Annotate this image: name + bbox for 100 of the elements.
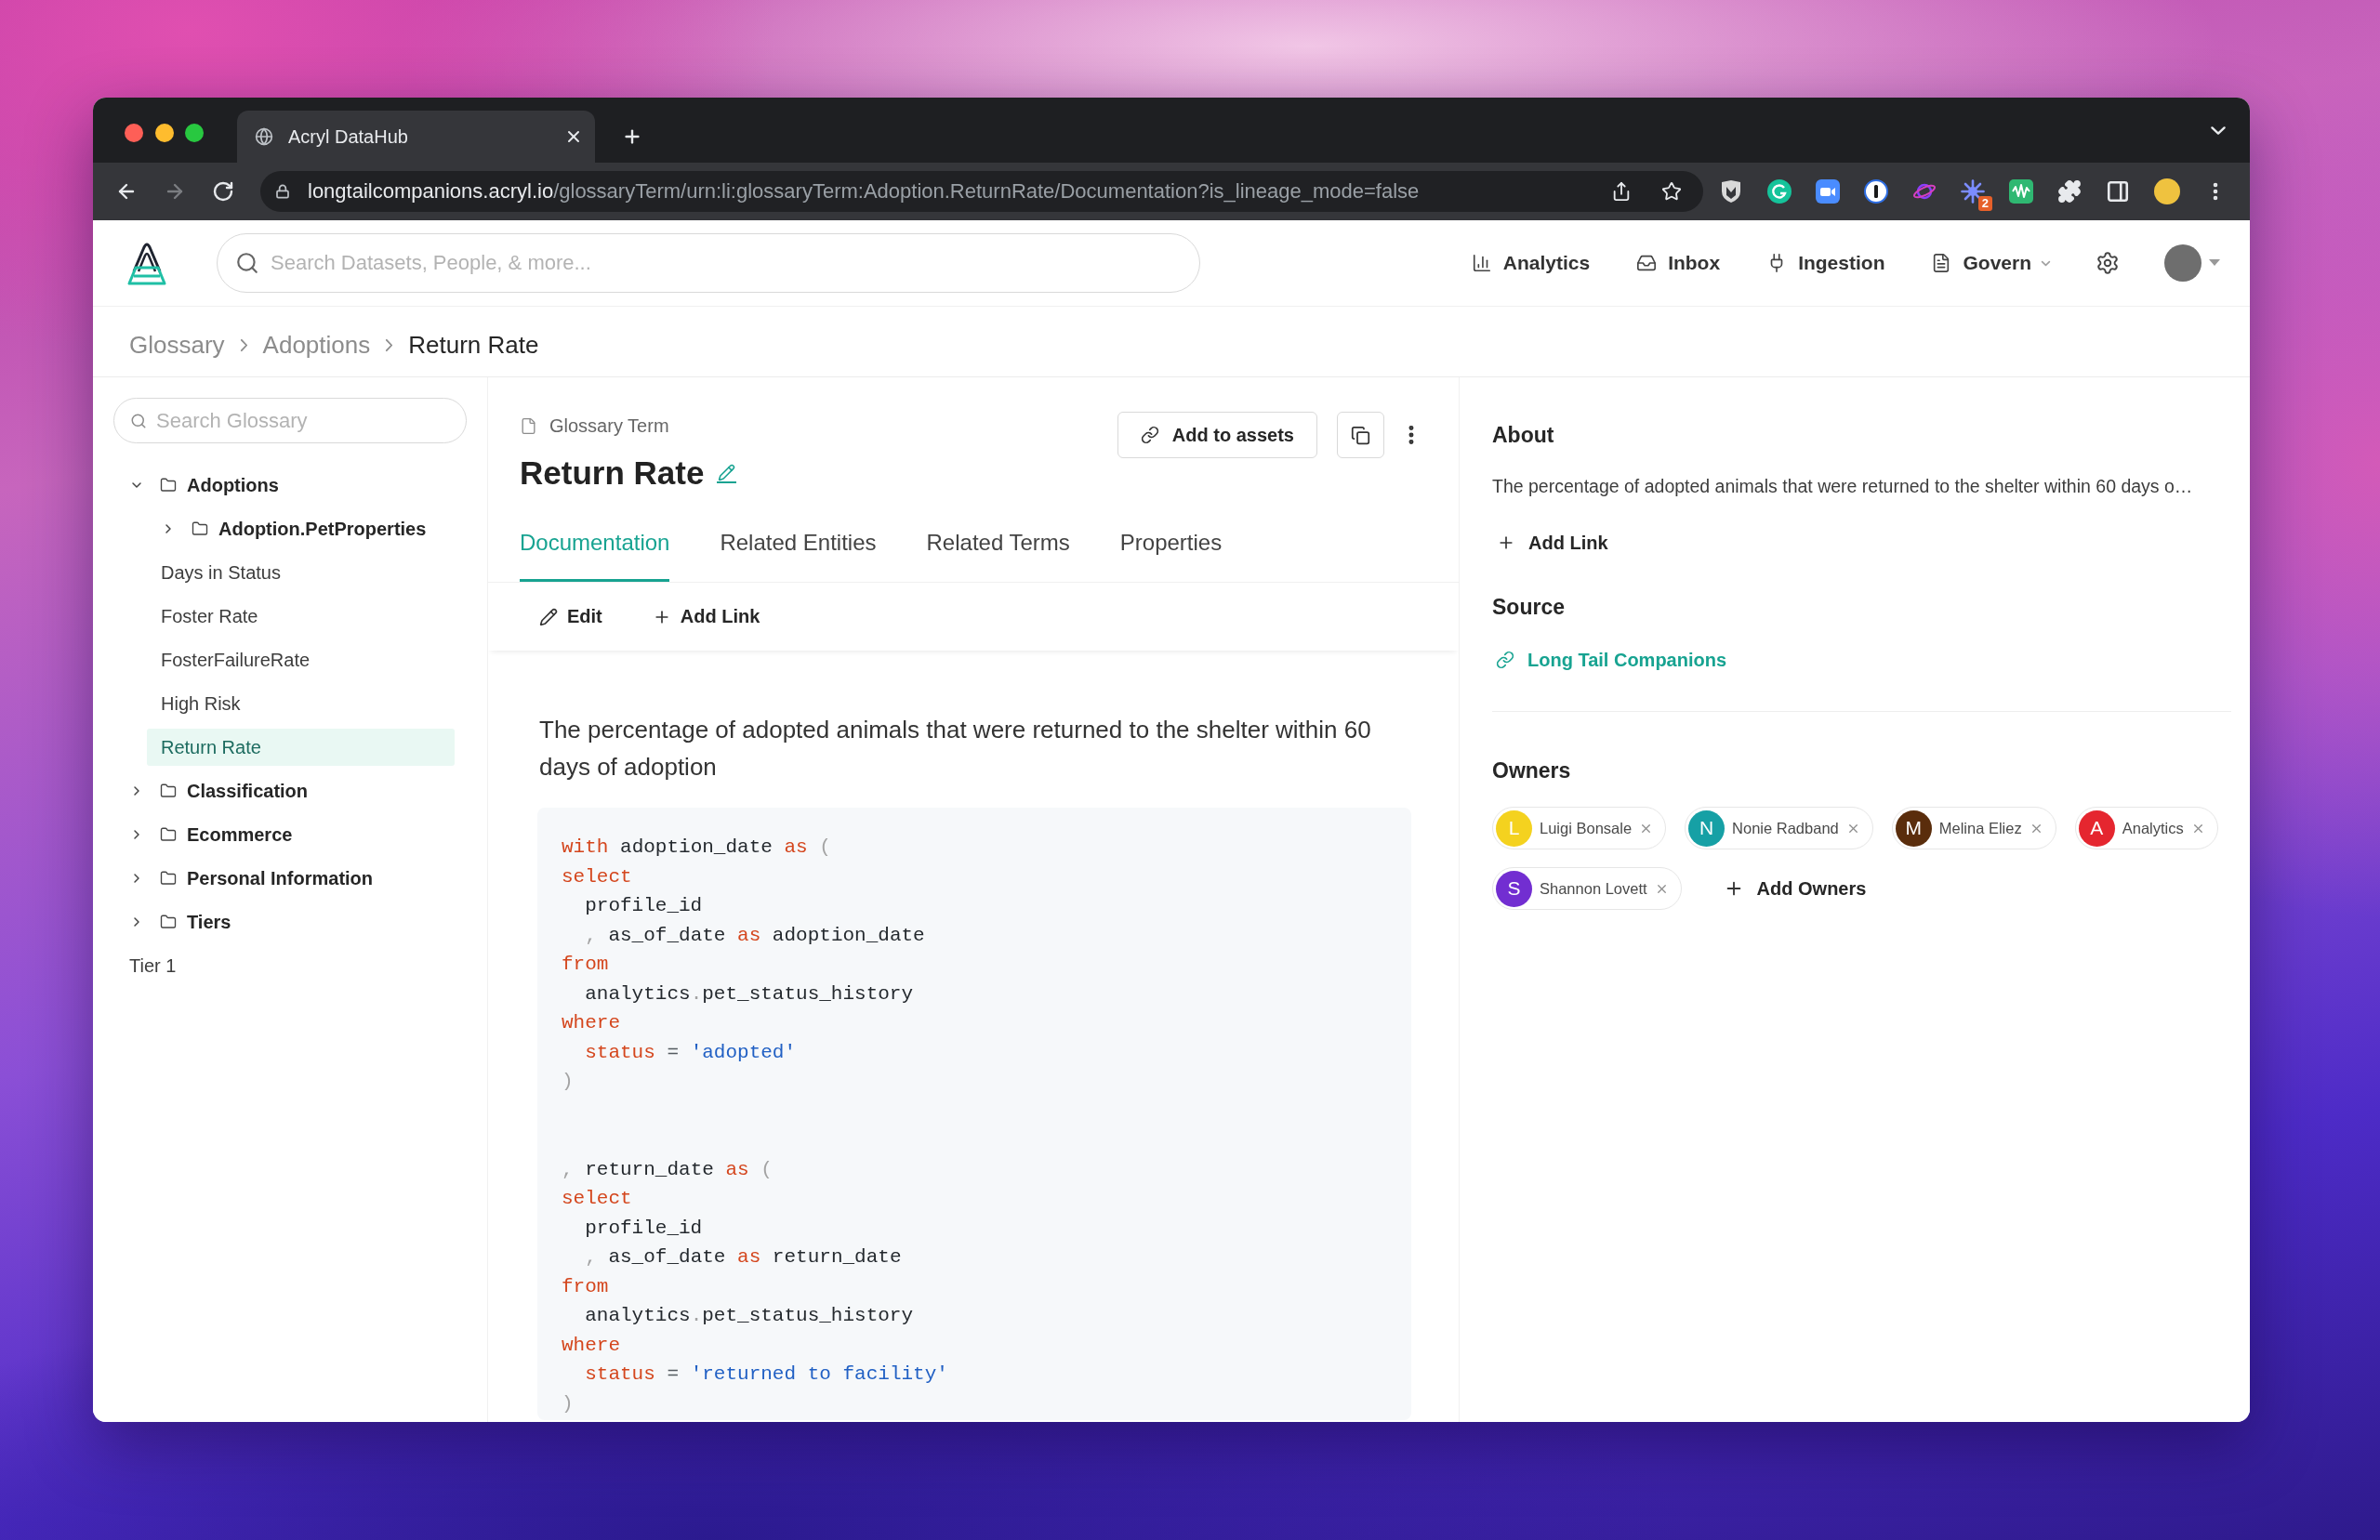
section-heading: About bbox=[1492, 422, 1555, 449]
toolbar-button[interactable]: Add Link bbox=[652, 606, 760, 627]
browser-tab[interactable]: Acryl DataHub bbox=[237, 111, 595, 163]
address-bar[interactable]: longtailcompanions.acryl.io/glossaryTerm/urn:li:glossaryTerm:Adoption.ReturnRate/Documentation?is_lineage_mode=false bbox=[260, 171, 1703, 212]
tree-item[interactable]: Personal Information bbox=[115, 860, 455, 897]
bookmark-star-icon[interactable] bbox=[1661, 181, 1682, 202]
folder-icon bbox=[160, 914, 177, 930]
owner-name: Luigi Bonsale bbox=[1540, 819, 1633, 837]
chevron-right-icon bbox=[385, 338, 394, 352]
tab[interactable]: Related Entities bbox=[720, 504, 877, 582]
folder-icon bbox=[160, 826, 177, 843]
bar-chart-icon bbox=[1471, 253, 1492, 273]
toolbar-button[interactable]: Edit bbox=[539, 606, 602, 627]
code-line: where bbox=[562, 1333, 621, 1358]
folder-icon bbox=[160, 870, 177, 887]
window-zoom-button[interactable] bbox=[185, 124, 204, 142]
user-avatar[interactable] bbox=[2164, 244, 2202, 282]
tree-item[interactable]: FosterFailureRate bbox=[147, 641, 455, 678]
entity-title: Return Rate bbox=[520, 454, 705, 492]
pencil-icon[interactable] bbox=[717, 463, 737, 483]
code-line: profile_id bbox=[584, 1216, 704, 1241]
share-icon[interactable] bbox=[1611, 181, 1632, 202]
settings-icon[interactable] bbox=[2096, 251, 2120, 275]
window-close-button[interactable] bbox=[125, 124, 143, 142]
code-line: , return_date as ( bbox=[562, 1157, 774, 1182]
description-text: The percentage of adopted animals that were returned to the shelter within 60 days of adoption bbox=[539, 715, 1372, 783]
folder-icon bbox=[160, 477, 177, 494]
tab[interactable]: Related Terms bbox=[926, 504, 1070, 582]
document-icon bbox=[520, 416, 537, 435]
tree-item[interactable]: Tier 1 bbox=[115, 947, 455, 984]
owner-avatar: L bbox=[1496, 809, 1532, 847]
code-line: analytics.pet_status_history bbox=[584, 981, 915, 1007]
owner-avatar: M bbox=[1895, 809, 1932, 847]
pencil-icon bbox=[539, 607, 558, 626]
tree-item[interactable]: Days in Status bbox=[147, 554, 455, 591]
search-field[interactable]: Search Datasets, People, & more... bbox=[217, 233, 1200, 293]
code-line: profile_id bbox=[584, 894, 704, 918]
owner-avatar: A bbox=[2078, 809, 2115, 847]
tree-item[interactable]: Ecommerce bbox=[115, 816, 455, 853]
puzzle-icon[interactable] bbox=[2057, 179, 2082, 204]
folder-icon bbox=[192, 520, 208, 537]
owner-avatar: S bbox=[1496, 870, 1532, 907]
tab-list-chevron-icon[interactable] bbox=[2210, 125, 2227, 136]
video-camera-icon[interactable] bbox=[1816, 179, 1840, 204]
shield-icon[interactable] bbox=[1719, 179, 1743, 204]
owner-name: Shannon Lovett bbox=[1540, 879, 1647, 898]
about-text: The percentage of adopted animals that were returned to the shelter within 60 days o… bbox=[1492, 475, 2194, 498]
add-to-assets-button[interactable]: Add to assets bbox=[1117, 412, 1317, 458]
owner-avatar: N bbox=[1688, 809, 1726, 847]
badge-count: 2 bbox=[1977, 196, 1992, 211]
code-line: analytics.pet_status_history bbox=[584, 1304, 915, 1328]
link-icon bbox=[1496, 651, 1514, 669]
code-line: select bbox=[562, 864, 633, 889]
owner-name: Analytics bbox=[2122, 819, 2184, 837]
sidebar-icon[interactable] bbox=[2106, 179, 2130, 204]
caret-icon bbox=[2041, 259, 2051, 267]
globe-icon bbox=[255, 127, 273, 146]
nav-link[interactable]: Analytics bbox=[1471, 252, 1591, 274]
nav-link[interactable]: Ingestion bbox=[1766, 252, 1885, 274]
tab[interactable]: Properties bbox=[1119, 504, 1223, 582]
tree-item[interactable]: Return Rate bbox=[147, 729, 455, 766]
copy-button[interactable] bbox=[1337, 412, 1384, 458]
entity-type-label: Glossary Term bbox=[549, 415, 669, 437]
nav-link[interactable]: Inbox bbox=[1636, 252, 1721, 274]
nav-link[interactable]: Govern bbox=[1931, 252, 2051, 274]
code-line: with adoption_date as ( bbox=[562, 836, 832, 860]
reload-button[interactable] bbox=[212, 180, 234, 203]
add-link-button[interactable]: Add Link bbox=[1497, 527, 1608, 559]
section-heading: Source bbox=[1492, 594, 1566, 621]
tree-item[interactable]: Adoption.PetProperties bbox=[147, 510, 455, 547]
code-line: ) bbox=[562, 1391, 575, 1416]
tree-item[interactable]: Foster Rate bbox=[147, 598, 455, 635]
tab-title: Acryl DataHub bbox=[288, 125, 409, 148]
chevron-right-icon bbox=[239, 338, 248, 352]
caret-icon[interactable] bbox=[2209, 259, 2220, 267]
search-field[interactable]: Search Glossary bbox=[113, 398, 467, 443]
search-icon bbox=[235, 251, 259, 275]
owner-name: Nonie Radband bbox=[1732, 819, 1839, 837]
tree-item[interactable]: Adoptions bbox=[115, 467, 455, 504]
inbox-icon bbox=[1636, 253, 1658, 273]
tree-item[interactable]: Tiers bbox=[115, 903, 455, 941]
link-icon bbox=[1140, 426, 1159, 444]
copy-icon bbox=[1351, 425, 1370, 445]
add-owners-button[interactable]: Add Owners bbox=[1723, 877, 1867, 900]
code-line: ) bbox=[562, 1070, 575, 1094]
code-line: status = 'returned to facility' bbox=[584, 1362, 949, 1387]
tree-item[interactable]: High Risk bbox=[147, 685, 455, 722]
code-line: from bbox=[562, 1274, 610, 1299]
lock-icon bbox=[275, 184, 290, 199]
code-line: where bbox=[562, 1011, 621, 1035]
code-line: status = 'adopted' bbox=[584, 1040, 798, 1065]
code-line: , as_of_date as return_date bbox=[584, 1245, 903, 1270]
window-minimize-button[interactable] bbox=[154, 124, 174, 142]
keyhole-circle-icon[interactable] bbox=[1864, 179, 1888, 204]
code-line: select bbox=[562, 1187, 633, 1211]
section-heading: Owners bbox=[1492, 757, 1572, 784]
tree-item[interactable]: Classification bbox=[115, 772, 455, 809]
waveform-icon[interactable] bbox=[2009, 179, 2033, 204]
profile-avatar[interactable] bbox=[2154, 178, 2180, 204]
search-icon bbox=[130, 412, 147, 429]
